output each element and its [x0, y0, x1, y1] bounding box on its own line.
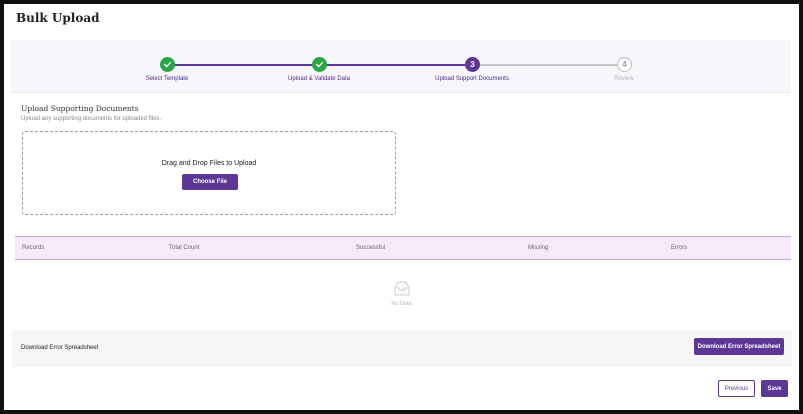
section-title: Upload Supporting Documents: [21, 104, 139, 113]
stepper: [11, 40, 791, 93]
file-dropzone[interactable]: Drag and Drop Files to Upload Choose Fil…: [22, 131, 396, 215]
column-header-records: Records: [22, 245, 45, 251]
download-error-bar: Download Error Spreadsheet Download Erro…: [12, 330, 792, 367]
step-connector-3: [479, 64, 618, 66]
step-label-upload-validate: Upload & Validate Data: [288, 76, 350, 82]
step-connector-1: [174, 64, 313, 66]
column-header-errors: Errors: [671, 245, 688, 251]
step-2-check-icon: [312, 57, 327, 72]
choose-file-button[interactable]: Choose File: [182, 174, 238, 190]
section-subtitle: Upload any supporting documents for uplo…: [21, 116, 162, 122]
table-header: Records Total Count Successful Missing E…: [15, 236, 791, 260]
step-label-upload-support: Upload Support Documents: [435, 76, 509, 82]
bulk-upload-window: Bulk Upload 3 4 Select Template Upload &…: [0, 0, 803, 414]
column-header-missing: Missing: [528, 245, 549, 251]
column-header-successful: Successful: [356, 245, 386, 251]
step-connector-2: [326, 64, 465, 66]
step-label-select-template: Select Template: [145, 76, 189, 82]
inbox-icon: [392, 280, 412, 303]
column-header-total-count: Total Count: [169, 245, 200, 251]
dropzone-text: Drag and Drop Files to Upload: [161, 160, 257, 167]
step-1-check-icon: [160, 57, 175, 72]
page-title: Bulk Upload: [16, 11, 100, 25]
step-4-indicator: 4: [617, 57, 632, 72]
save-button[interactable]: Save: [761, 380, 788, 397]
empty-state-text: No Data: [391, 301, 412, 307]
step-label-review: Review: [614, 76, 634, 82]
previous-button[interactable]: Previous: [718, 380, 755, 397]
download-error-spreadsheet-button[interactable]: Download Error Spreadsheet: [694, 338, 784, 355]
download-error-label: Download Error Spreadsheet: [21, 345, 99, 351]
step-3-indicator: 3: [465, 57, 480, 72]
